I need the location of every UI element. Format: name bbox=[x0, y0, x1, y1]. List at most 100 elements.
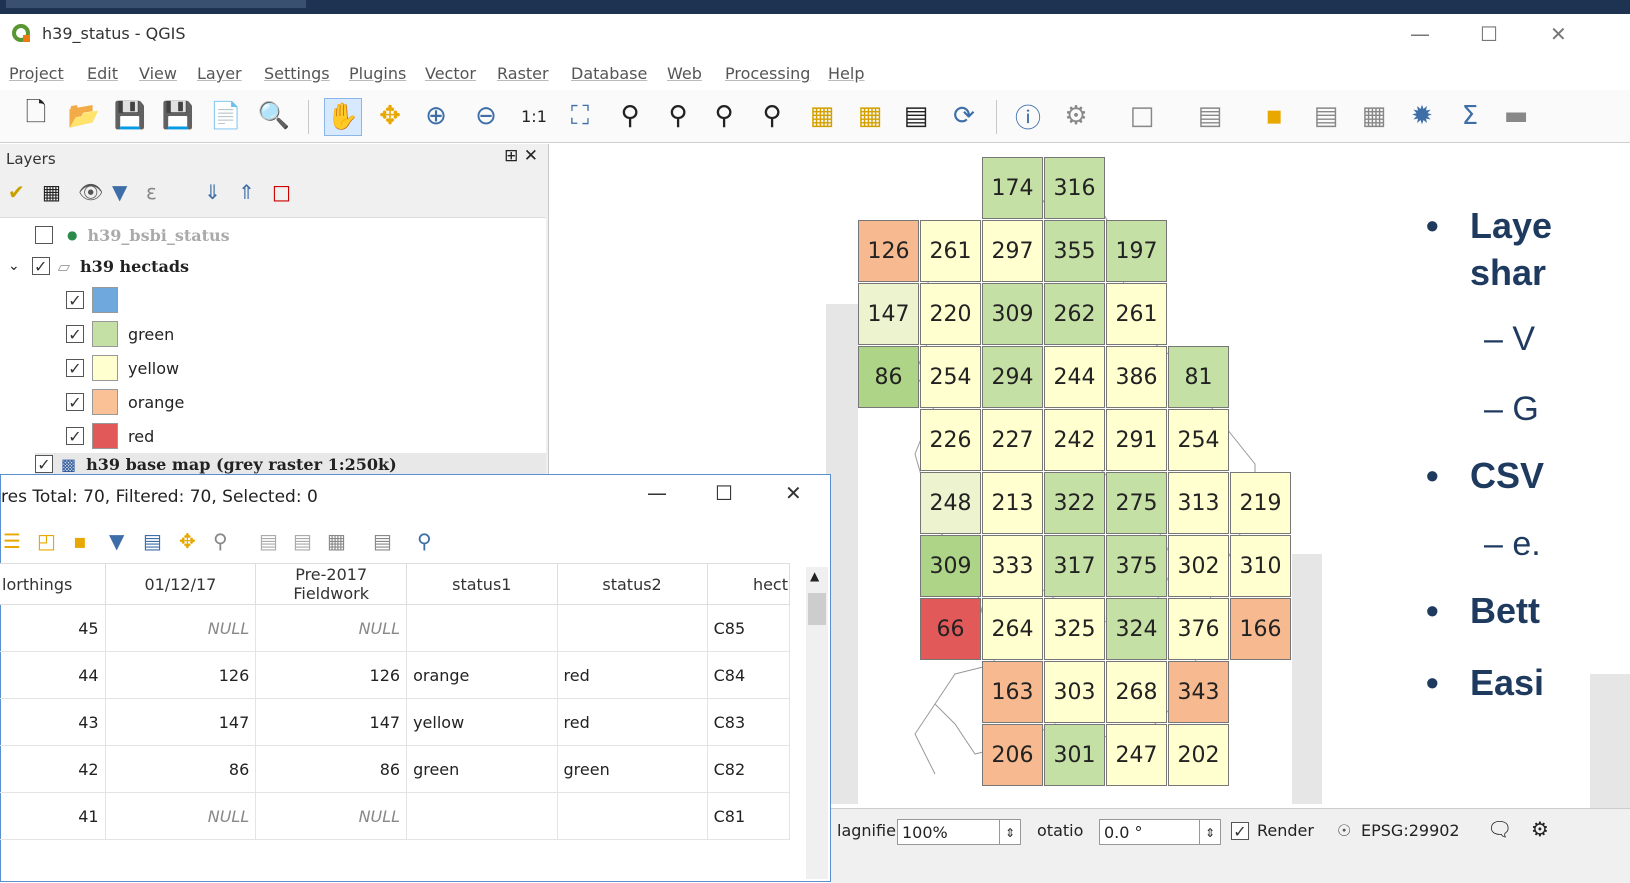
table-cell[interactable] bbox=[556, 604, 708, 652]
hectad-cell[interactable]: 163 bbox=[982, 661, 1043, 723]
conditional-formatting-icon[interactable]: ▤ bbox=[373, 529, 392, 553]
processing-toolbox-icon[interactable]: ✹ bbox=[1404, 98, 1440, 134]
attr-minimize-button[interactable]: — bbox=[647, 481, 667, 505]
table-cell[interactable]: C84 bbox=[706, 651, 791, 699]
maximize-button[interactable]: ☐ bbox=[1480, 22, 1498, 46]
attr-maximize-button[interactable]: ☐ bbox=[715, 481, 733, 505]
render-checkbox[interactable]: ✓ bbox=[1231, 822, 1249, 841]
new-project-icon[interactable]: 🗋 bbox=[18, 98, 54, 134]
table-cell[interactable]: green bbox=[406, 745, 558, 793]
column-header[interactable]: status2 bbox=[556, 563, 708, 605]
hectad-cell[interactable]: 247 bbox=[1106, 724, 1167, 786]
layer-checkbox[interactable] bbox=[35, 226, 53, 244]
hectad-cell[interactable]: 333 bbox=[982, 535, 1043, 597]
measure-line-icon[interactable]: ▬ bbox=[1498, 98, 1534, 134]
show-bookmarks-icon[interactable]: ▦ bbox=[852, 98, 888, 134]
hectad-cell[interactable]: 375 bbox=[1106, 535, 1167, 597]
table-cell[interactable]: 147 bbox=[104, 698, 257, 746]
plugin-icon[interactable]: ⚙ bbox=[1531, 817, 1549, 841]
zoom-to-layer-icon[interactable]: ⚲ bbox=[660, 98, 696, 134]
filter-by-expression-icon[interactable]: ε bbox=[146, 180, 157, 204]
column-header[interactable]: lorthings bbox=[0, 563, 106, 605]
menu-layer[interactable]: Layer bbox=[197, 64, 242, 83]
hectad-cell[interactable]: 226 bbox=[920, 409, 981, 471]
legend-item[interactable]: ✓ red bbox=[66, 421, 154, 451]
deselect-all-icon[interactable]: ▪ bbox=[73, 529, 87, 553]
hectad-cell[interactable]: 174 bbox=[982, 157, 1043, 219]
table-cell[interactable]: 126 bbox=[255, 651, 408, 699]
hectad-cell[interactable]: 126 bbox=[858, 220, 919, 282]
menu-web[interactable]: Web bbox=[667, 64, 702, 83]
table-row[interactable]: 43 147 147 yellow red C83 bbox=[0, 698, 791, 746]
hectad-cell[interactable]: 227 bbox=[982, 409, 1043, 471]
layout-manager-icon[interactable]: 🔍 bbox=[256, 98, 292, 134]
select-features-icon[interactable]: □ bbox=[1124, 98, 1160, 134]
menu-database[interactable]: Database bbox=[571, 64, 647, 83]
menu-edit[interactable]: Edit bbox=[87, 64, 118, 83]
table-cell[interactable]: NULL bbox=[104, 604, 257, 652]
select-by-value-icon[interactable]: ▤ bbox=[1192, 98, 1228, 134]
column-header[interactable]: status1 bbox=[406, 563, 558, 605]
legend-checkbox[interactable]: ✓ bbox=[66, 325, 84, 344]
table-cell[interactable]: 44 bbox=[0, 651, 106, 699]
refresh-icon[interactable]: ⟳ bbox=[946, 98, 982, 134]
dock-table-icon[interactable]: ⚲ bbox=[417, 529, 432, 553]
table-cell[interactable]: 86 bbox=[255, 745, 408, 793]
menu-help[interactable]: Help bbox=[828, 64, 864, 83]
hectad-cell[interactable]: 313 bbox=[1168, 472, 1229, 534]
new-bookmark-icon[interactable]: ▦ bbox=[804, 98, 840, 134]
zoom-native-icon[interactable]: 1:1 bbox=[516, 98, 552, 134]
deselect-features-icon[interactable]: ▪ bbox=[1256, 98, 1292, 134]
hectad-cell[interactable]: 310 bbox=[1230, 535, 1291, 597]
hectad-cell[interactable]: 242 bbox=[1044, 409, 1105, 471]
close-button[interactable]: ✕ bbox=[1550, 22, 1567, 46]
table-cell[interactable]: 147 bbox=[255, 698, 408, 746]
hectad-cell[interactable]: 294 bbox=[982, 346, 1043, 408]
hectad-cell[interactable]: 316 bbox=[1044, 157, 1105, 219]
pan-to-selection-icon[interactable]: ✥ bbox=[372, 98, 408, 134]
save-as-icon[interactable]: 💾 bbox=[160, 98, 196, 134]
zoom-last-icon[interactable]: ⚲ bbox=[706, 98, 742, 134]
filter-select-icon[interactable]: ▼ bbox=[109, 529, 124, 553]
menu-settings[interactable]: Settings bbox=[264, 64, 330, 83]
table-cell[interactable] bbox=[406, 792, 558, 840]
table-cell[interactable]: C85 bbox=[706, 604, 791, 652]
hectad-cell[interactable]: 386 bbox=[1106, 346, 1167, 408]
legend-checkbox[interactable]: ✓ bbox=[66, 291, 84, 310]
table-cell[interactable]: 45 bbox=[0, 604, 106, 652]
copy-rows-icon[interactable]: ▤ bbox=[259, 529, 278, 553]
field-calculator-icon[interactable]: ▦ bbox=[1356, 98, 1392, 134]
expand-chevron-icon[interactable]: ⌄ bbox=[8, 258, 20, 274]
table-cell[interactable]: 86 bbox=[104, 745, 257, 793]
invert-selection-icon[interactable]: ◰ bbox=[37, 529, 56, 553]
hectad-cell[interactable]: 275 bbox=[1106, 472, 1167, 534]
crs-button[interactable]: EPSG:29902 bbox=[1361, 821, 1460, 840]
column-header[interactable]: hect bbox=[706, 563, 791, 605]
table-cell[interactable] bbox=[406, 604, 558, 652]
menu-processing[interactable]: Processing bbox=[725, 64, 810, 83]
menu-view[interactable]: View bbox=[139, 64, 177, 83]
hectad-cell[interactable]: 197 bbox=[1106, 220, 1167, 282]
layer-checkbox[interactable]: ✓ bbox=[31, 257, 50, 276]
hectad-cell[interactable]: 343 bbox=[1168, 661, 1229, 723]
menu-project[interactable]: Project bbox=[9, 64, 64, 83]
hectad-cell[interactable]: 206 bbox=[982, 724, 1043, 786]
table-cell[interactable]: 42 bbox=[0, 745, 106, 793]
pan-map-icon[interactable]: ✋ bbox=[324, 98, 362, 136]
hectad-cell[interactable]: 261 bbox=[1106, 283, 1167, 345]
minimize-button[interactable]: — bbox=[1410, 22, 1430, 46]
table-cell[interactable]: green bbox=[556, 745, 708, 793]
hectad-cell[interactable]: 81 bbox=[1168, 346, 1229, 408]
layer-item[interactable]: ● h39_bsbi_status bbox=[35, 220, 230, 250]
identify-features-icon[interactable]: ⓘ bbox=[1010, 98, 1046, 134]
hectad-cell[interactable]: 322 bbox=[1044, 472, 1105, 534]
hectad-cell[interactable]: 262 bbox=[1044, 283, 1105, 345]
messages-icon[interactable]: 🗨 bbox=[1487, 817, 1512, 841]
field-calculator-icon[interactable]: ▦ bbox=[327, 529, 346, 553]
column-header[interactable]: Pre-2017 Fieldwork bbox=[255, 563, 408, 605]
table-row[interactable]: 45 NULL NULL C85 bbox=[0, 604, 791, 652]
table-cell[interactable]: NULL bbox=[255, 604, 408, 652]
select-all-icon[interactable]: ☰ bbox=[3, 529, 21, 553]
zoom-full-icon[interactable]: ⛶ bbox=[562, 98, 598, 134]
legend-checkbox[interactable]: ✓ bbox=[66, 359, 84, 378]
